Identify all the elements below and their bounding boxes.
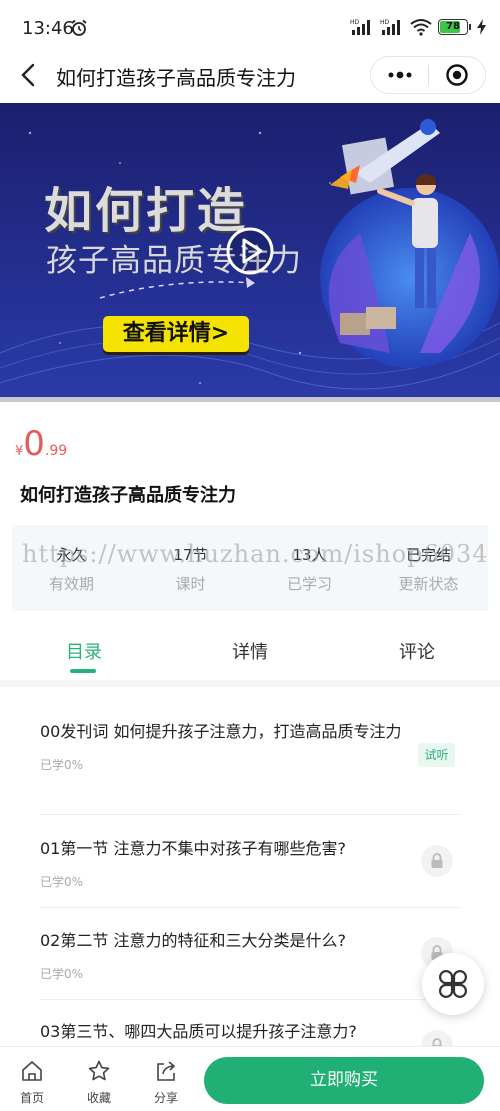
stat-value: 永久 [56, 546, 87, 564]
more-dots-icon [388, 71, 411, 79]
tab-details[interactable]: 详情 [232, 638, 268, 664]
back-button[interactable] [14, 60, 44, 90]
lesson-progress: 已学0% [40, 967, 84, 981]
banner-progress-bar [0, 397, 500, 402]
stat-learners: 13人 已学习 [250, 525, 369, 611]
page-title: 如何打造孩子高品质专注力 [56, 66, 296, 90]
favorite-label: 收藏 [86, 1091, 111, 1105]
buy-now-button[interactable]: 立即购买 [204, 1057, 484, 1104]
stat-update-status: 已完结 更新状态 [369, 525, 488, 611]
star-icon [88, 1060, 110, 1081]
course-price: ¥0.99 [15, 424, 67, 464]
course-banner[interactable]: 如何打造 孩子高品质专注力 查看详情> [0, 103, 500, 397]
lesson-item[interactable]: 02第二节 注意力的特征和三大分类是什么? 已学0% [40, 929, 460, 982]
tab-comments[interactable]: 评论 [399, 638, 435, 664]
tab-catalog[interactable]: 目录 [66, 638, 102, 664]
lesson-item[interactable]: 00发刊词 如何提升孩子注意力，打造高品质专注力 已学0% [40, 720, 460, 773]
alarm-icon [71, 19, 87, 36]
hd-signal-icon: HD [380, 19, 400, 35]
nav-bar: 如何打造孩子高品质专注力 [0, 50, 500, 100]
home-button[interactable]: 首页 [7, 1059, 57, 1106]
list-divider [40, 999, 460, 1000]
lesson-progress: 已学0% [40, 758, 84, 772]
charging-icon [477, 19, 486, 35]
trial-badge[interactable]: 试听 [418, 743, 455, 767]
chevron-left-icon [21, 63, 35, 87]
more-button[interactable] [371, 56, 428, 94]
favorite-button[interactable]: 收藏 [74, 1059, 124, 1106]
banner-title-line1: 如何打造 [44, 183, 249, 239]
stat-label: 课时 [175, 575, 206, 593]
stat-label: 已学习 [286, 575, 332, 593]
list-divider [40, 814, 460, 815]
stat-lessons: 17节 课时 [131, 525, 250, 611]
hd-signal-icon: HD [350, 19, 370, 35]
lock-icon [421, 845, 453, 877]
play-button[interactable] [225, 226, 275, 276]
section-divider [0, 680, 500, 687]
stat-validity: 永久 有效期 [12, 525, 131, 611]
svg-text:HD: HD [380, 19, 390, 26]
lesson-title: 02第二节 注意力的特征和三大分类是什么? [40, 931, 346, 950]
clover-menu-icon [439, 970, 467, 998]
share-icon [157, 1061, 175, 1081]
close-button[interactable] [429, 56, 485, 94]
lesson-title: 01第一节 注意力不集中对孩子有哪些危害? [40, 839, 346, 858]
stat-value: 17节 [173, 546, 208, 564]
status-time: 13:46 [22, 18, 74, 39]
lesson-title: 00发刊词 如何提升孩子注意力，打造高品质专注力 [40, 722, 402, 741]
lesson-progress: 已学0% [40, 875, 84, 889]
lesson-title: 03第三节、哪四大品质可以提升孩子注意力? [40, 1022, 357, 1041]
price-decimal: .99 [44, 443, 68, 459]
stat-value: 13人 [292, 546, 327, 564]
status-bar: 13:46 HD HD 78 [0, 0, 500, 56]
system-icons: HD HD 78 [350, 18, 486, 36]
lesson-item[interactable]: 01第一节 注意力不集中对孩子有哪些危害? 已学0% [40, 837, 460, 890]
stat-value: 已完结 [405, 546, 451, 564]
course-stats: 永久 有效期 17节 课时 13人 已学习 已完结 更新状态 [12, 525, 488, 611]
share-button[interactable]: 分享 [141, 1059, 191, 1106]
mini-program-capsule [370, 56, 486, 94]
home-icon [22, 1061, 42, 1081]
banner-cta-button[interactable]: 查看详情> [103, 316, 249, 352]
stat-label: 更新状态 [398, 575, 459, 593]
lesson-item[interactable]: 03第三节、哪四大品质可以提升孩子注意力? [40, 1020, 460, 1044]
tab-active-indicator [70, 669, 96, 673]
bottom-action-bar: 首页 收藏 分享 立即购买 [0, 1046, 500, 1111]
share-label: 分享 [153, 1091, 178, 1105]
svg-text:HD: HD [350, 19, 360, 26]
battery-icon: 78 [438, 19, 471, 35]
floating-menu-button[interactable] [422, 953, 484, 1015]
list-divider [40, 907, 460, 908]
stat-label: 有效期 [48, 575, 94, 593]
course-title: 如何打造孩子高品质专注力 [20, 485, 236, 506]
target-close-icon [446, 64, 468, 86]
wifi-icon [410, 19, 432, 36]
price-integer: 0 [23, 424, 45, 464]
battery-level: 78 [446, 21, 460, 32]
home-label: 首页 [19, 1091, 44, 1105]
